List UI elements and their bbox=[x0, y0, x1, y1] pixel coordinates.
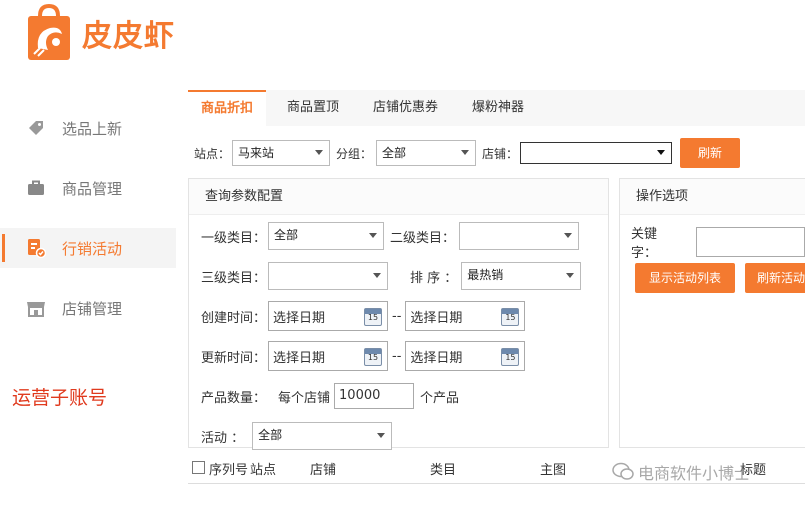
category2-select[interactable] bbox=[459, 222, 580, 250]
updated-end-date[interactable]: 选择日期 15 bbox=[405, 341, 526, 371]
sidebar-item-product-selection[interactable]: 选品上新 bbox=[0, 108, 176, 148]
created-time-row: 创建时间： 选择日期 15 -- 选择日期 15 bbox=[201, 301, 526, 331]
site-select[interactable]: 马来站 bbox=[232, 140, 331, 166]
store-icon bbox=[26, 298, 46, 318]
updated-start-date[interactable]: 选择日期 15 bbox=[268, 341, 389, 371]
quantity-prefix: 每个店铺 bbox=[278, 390, 331, 406]
chevron-down-icon bbox=[461, 150, 470, 155]
group-label: 分组： bbox=[336, 146, 373, 161]
tab-product-discount[interactable]: 商品折扣 bbox=[188, 90, 267, 126]
quantity-label: 产品数量： bbox=[201, 390, 267, 406]
show-activity-list-button[interactable]: 显示活动列表 bbox=[635, 263, 735, 293]
app-logo: 皮皮虾 bbox=[26, 4, 175, 62]
sort-select[interactable]: 最热销 bbox=[461, 262, 582, 290]
quantity-suffix: 个产品 bbox=[420, 390, 460, 406]
sidebar-item-marketing-activity[interactable]: 行销活动 bbox=[0, 228, 176, 268]
keyword-row: 关键字： bbox=[631, 223, 805, 261]
sidebar-item-label: 商品管理 bbox=[62, 179, 123, 198]
activity-value: 全部 bbox=[258, 428, 283, 442]
refresh-activity-button[interactable]: 刷新活动 bbox=[745, 263, 805, 293]
tab-product-pin-top[interactable]: 商品置顶 bbox=[274, 90, 352, 126]
date-placeholder: 选择日期 bbox=[410, 310, 463, 326]
date-placeholder: 选择日期 bbox=[410, 350, 463, 366]
category1-label: 一级类目： bbox=[201, 230, 267, 246]
chevron-down-icon bbox=[369, 233, 378, 238]
group-select[interactable]: 全部 bbox=[376, 140, 477, 166]
column-site: 站点 bbox=[250, 463, 277, 478]
category3-select[interactable] bbox=[268, 262, 389, 290]
refresh-button[interactable]: 刷新 bbox=[680, 138, 741, 168]
group-select-value: 全部 bbox=[382, 146, 407, 160]
category1-select[interactable]: 全部 bbox=[268, 222, 385, 250]
created-time-label: 创建时间： bbox=[201, 310, 267, 326]
chat-bubble-icon bbox=[612, 462, 634, 480]
calendar-icon[interactable]: 15 bbox=[501, 308, 520, 326]
chevron-down-icon bbox=[373, 273, 382, 278]
calendar-icon[interactable]: 15 bbox=[364, 308, 383, 326]
sidebar: 选品上新 商品管理 行销活动 店铺管理 bbox=[0, 108, 176, 348]
chevron-down-icon bbox=[315, 150, 324, 155]
tag-icon bbox=[26, 118, 46, 138]
category-row-2: 三级类目： 排 序 ： 最热销 bbox=[201, 262, 582, 290]
chevron-down-icon bbox=[564, 233, 573, 238]
brand-name: 皮皮虾 bbox=[82, 19, 175, 54]
chevron-down-icon bbox=[566, 273, 575, 278]
site-label: 站点： bbox=[194, 146, 231, 161]
calendar-icon[interactable]: 15 bbox=[501, 348, 520, 366]
shop-label: 店铺： bbox=[482, 146, 519, 161]
shopping-bag-logo-icon bbox=[28, 4, 70, 60]
select-all-checkbox[interactable] bbox=[192, 461, 205, 474]
shop-select[interactable] bbox=[520, 142, 673, 164]
chevron-down-icon bbox=[377, 433, 386, 438]
column-serial: 序列号 bbox=[209, 463, 249, 478]
sort-label: 排 序 ： bbox=[410, 270, 458, 286]
date-separator: -- bbox=[392, 348, 402, 364]
category3-label: 三级类目： bbox=[201, 270, 267, 286]
briefcase-icon bbox=[26, 178, 46, 198]
keyword-input[interactable] bbox=[696, 227, 805, 257]
calendar-icon[interactable]: 15 bbox=[364, 348, 383, 366]
keyword-label: 关键字： bbox=[631, 227, 658, 261]
tab-bar: 商品折扣 商品置顶 店铺优惠券 爆粉神器 bbox=[188, 90, 805, 126]
panel-title: 查询参数配置 bbox=[189, 179, 608, 215]
chevron-down-icon bbox=[657, 150, 666, 155]
sub-account-note: 运营子账号 bbox=[12, 387, 108, 409]
date-separator: -- bbox=[392, 308, 402, 324]
filter-row: 站点： 马来站 分组： 全部 店铺： 刷新 bbox=[194, 138, 741, 168]
sidebar-item-product-management[interactable]: 商品管理 bbox=[0, 168, 176, 208]
operation-options-panel: 操作选项 关键字： 显示活动列表 刷新活动 bbox=[619, 178, 805, 448]
sort-value: 最热销 bbox=[467, 268, 504, 282]
updated-time-label: 更新时间： bbox=[201, 350, 267, 366]
category2-label: 二级类目： bbox=[390, 230, 456, 246]
activity-label: 活动 ： bbox=[201, 430, 245, 446]
site-select-value: 马来站 bbox=[238, 146, 275, 160]
query-params-panel: 查询参数配置 一级类目： 全部 二级类目： 三级类目： 排 序 ： 最热销 创建… bbox=[188, 178, 609, 450]
quantity-input[interactable]: 10000 bbox=[334, 383, 415, 409]
campaign-icon bbox=[26, 238, 46, 258]
date-placeholder: 选择日期 bbox=[273, 350, 326, 366]
panel-title: 操作选项 bbox=[620, 179, 805, 215]
column-shop: 店铺 bbox=[310, 463, 337, 478]
category-row-1: 一级类目： 全部 二级类目： bbox=[201, 222, 580, 250]
category1-value: 全部 bbox=[274, 228, 299, 242]
sidebar-item-label: 行销活动 bbox=[62, 239, 123, 258]
activity-select[interactable]: 全部 bbox=[252, 422, 393, 450]
sidebar-item-label: 店铺管理 bbox=[62, 299, 123, 318]
column-main-image: 主图 bbox=[540, 463, 567, 478]
quantity-row: 产品数量： 每个店铺 10000 个产品 bbox=[201, 383, 459, 409]
activity-row: 活动 ： 全部 bbox=[201, 422, 393, 450]
date-placeholder: 选择日期 bbox=[273, 310, 326, 326]
created-end-date[interactable]: 选择日期 15 bbox=[405, 301, 526, 331]
watermark-text: 电商软件小博士 bbox=[638, 464, 751, 483]
watermark: 电商软件小博士 bbox=[612, 460, 750, 484]
column-category: 类目 bbox=[430, 463, 457, 478]
created-start-date[interactable]: 选择日期 15 bbox=[268, 301, 389, 331]
updated-time-row: 更新时间： 选择日期 15 -- 选择日期 15 bbox=[201, 341, 526, 371]
sidebar-item-store-management[interactable]: 店铺管理 bbox=[0, 288, 176, 328]
sidebar-item-label: 选品上新 bbox=[62, 119, 123, 138]
tab-store-coupon[interactable]: 店铺优惠券 bbox=[360, 90, 451, 126]
tab-follower-booster[interactable]: 爆粉神器 bbox=[459, 90, 537, 126]
